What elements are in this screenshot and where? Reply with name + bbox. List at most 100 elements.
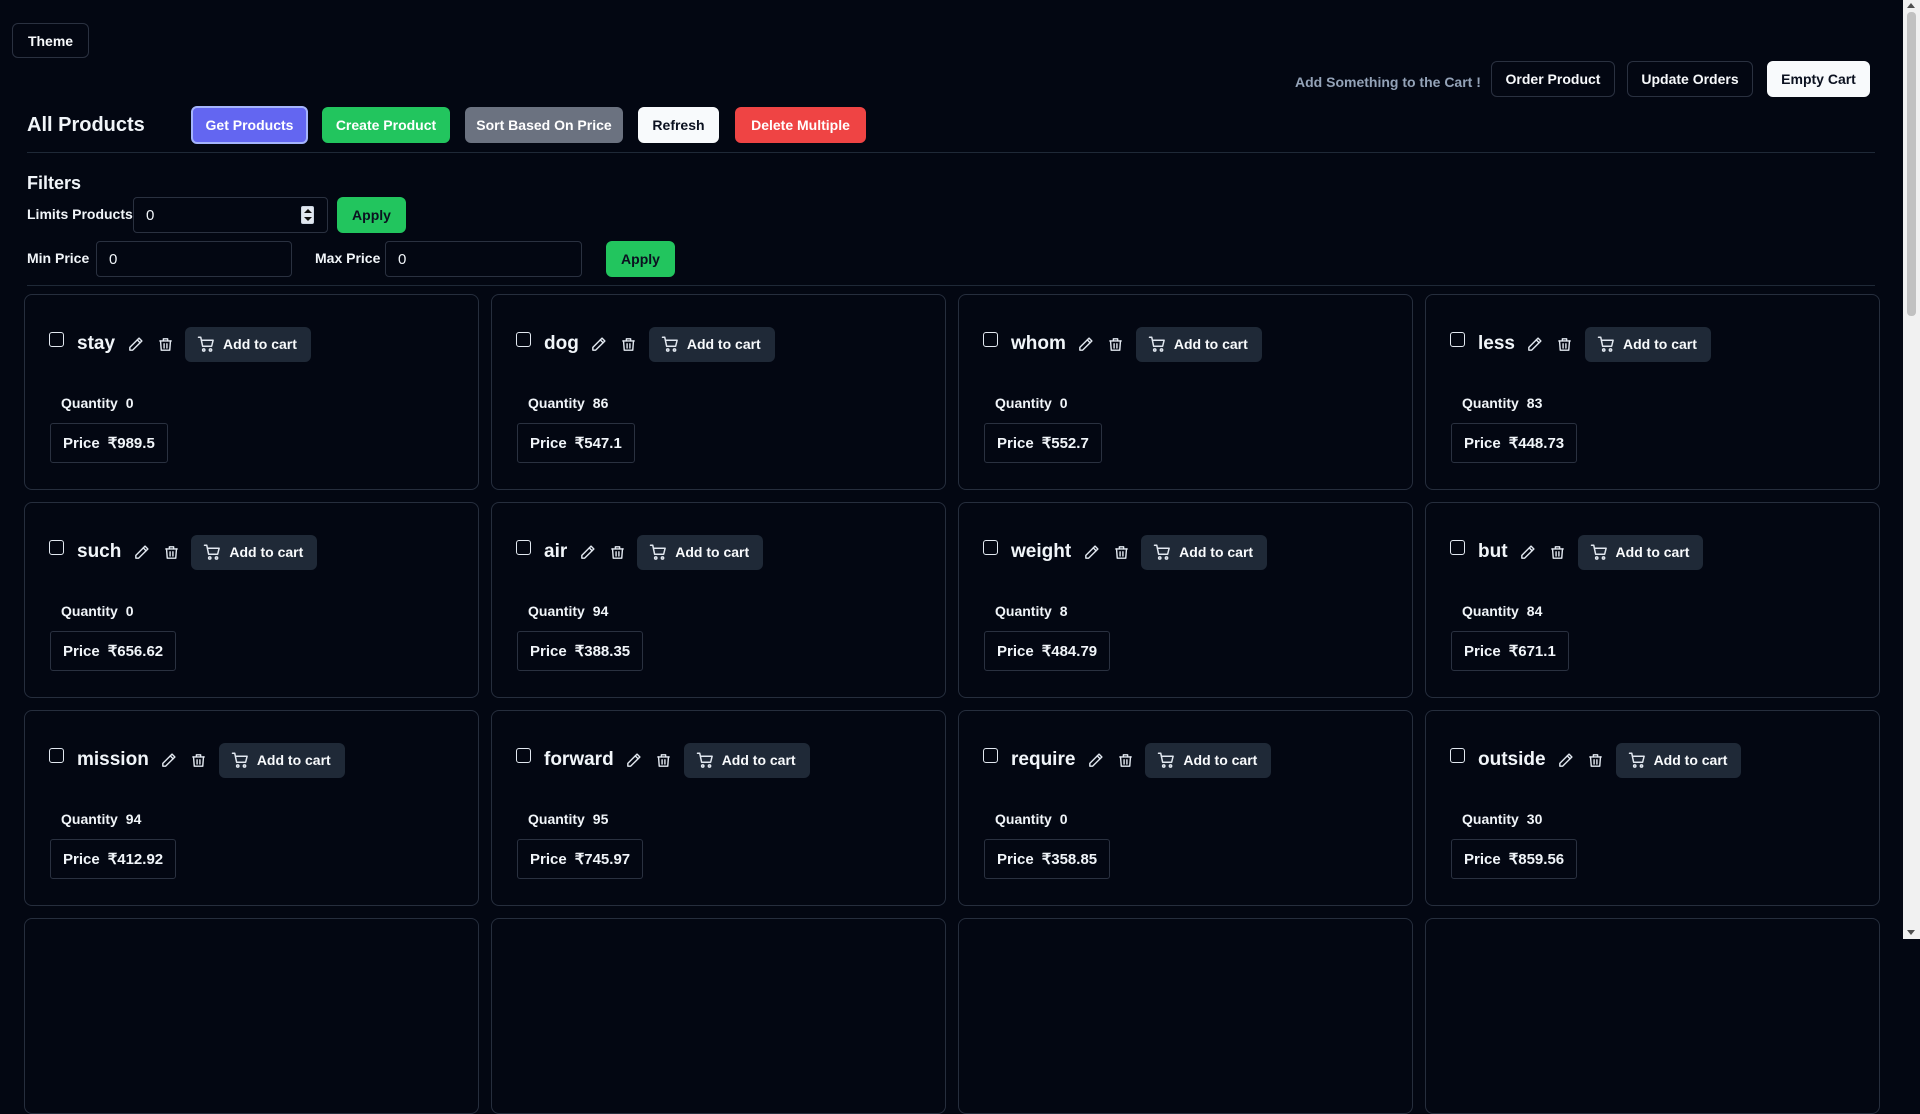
price-label: Price: [997, 850, 1034, 868]
update-orders-button[interactable]: Update Orders: [1627, 61, 1753, 97]
edit-pencil-icon[interactable]: [1081, 542, 1101, 562]
quantity-label: Quantity: [61, 395, 118, 411]
edit-pencil-icon[interactable]: [1085, 750, 1105, 770]
add-to-cart-button[interactable]: Add to cart: [1145, 742, 1272, 778]
delete-trash-icon[interactable]: [654, 750, 674, 770]
edit-pencil-icon[interactable]: [125, 334, 145, 354]
product-card: mission Add to cart Quantity 94 Price ₹412.92: [24, 710, 479, 906]
price-label: Price: [63, 642, 100, 660]
delete-trash-icon[interactable]: [1115, 750, 1135, 770]
price-label: Price: [997, 434, 1034, 452]
add-to-cart-button[interactable]: Add to cart: [648, 326, 775, 362]
delete-trash-icon[interactable]: [607, 542, 627, 562]
product-card: whom Add to cart Quantity 0 Price ₹552.7: [958, 294, 1413, 490]
product-select-checkbox[interactable]: [516, 332, 531, 347]
product-name: dog: [544, 333, 579, 354]
min-price-label: Min Price: [27, 250, 90, 266]
delete-multiple-button[interactable]: Delete Multiple: [735, 107, 866, 143]
delete-trash-icon[interactable]: [1111, 542, 1131, 562]
scroll-up-arrow-icon[interactable]: [1907, 3, 1915, 8]
edit-pencil-icon[interactable]: [159, 750, 179, 770]
add-to-cart-button[interactable]: Add to cart: [1141, 534, 1268, 570]
apply-price-button[interactable]: Apply: [606, 241, 675, 277]
quantity-row: Quantity 94: [528, 603, 608, 619]
add-to-cart-label: Add to cart: [686, 336, 761, 352]
edit-pencil-icon[interactable]: [577, 542, 597, 562]
min-price-input[interactable]: [96, 241, 292, 277]
product-select-checkbox[interactable]: [1450, 540, 1465, 555]
theme-button[interactable]: Theme: [12, 23, 89, 58]
get-products-button[interactable]: Get Products: [191, 106, 308, 144]
add-to-cart-button[interactable]: Add to cart: [1577, 534, 1704, 570]
number-stepper[interactable]: [301, 206, 314, 224]
add-to-cart-label: Add to cart: [1183, 752, 1258, 768]
price-box: Price ₹671.1: [1451, 631, 1569, 671]
edit-pencil-icon[interactable]: [1556, 750, 1576, 770]
product-name: but: [1478, 541, 1508, 562]
edit-pencil-icon[interactable]: [624, 750, 644, 770]
product-select-checkbox[interactable]: [516, 540, 531, 555]
price-label: Price: [530, 434, 567, 452]
max-price-input[interactable]: [385, 241, 582, 277]
apply-limit-button[interactable]: Apply: [337, 197, 406, 233]
product-select-checkbox[interactable]: [1450, 332, 1465, 347]
product-select-checkbox[interactable]: [49, 332, 64, 347]
add-to-cart-label: Add to cart: [256, 752, 331, 768]
add-to-cart-button[interactable]: Add to cart: [191, 534, 318, 570]
add-to-cart-button[interactable]: Add to cart: [637, 534, 764, 570]
edit-pencil-icon[interactable]: [1525, 334, 1545, 354]
refresh-button[interactable]: Refresh: [638, 107, 719, 143]
product-grid: stay Add to cart Quantity 0 Price ₹989.5 dog Ad…: [24, 294, 1881, 1114]
add-to-cart-button[interactable]: Add to cart: [1135, 326, 1262, 362]
quantity-value: 8: [1059, 603, 1068, 619]
delete-trash-icon[interactable]: [189, 750, 209, 770]
delete-trash-icon[interactable]: [1106, 334, 1126, 354]
order-product-button[interactable]: Order Product: [1491, 61, 1615, 97]
price-box: Price ₹989.5: [50, 423, 168, 463]
product-select-checkbox[interactable]: [516, 748, 531, 763]
product-name: air: [544, 541, 568, 562]
quantity-value: 0: [1059, 395, 1068, 411]
product-card-partial: [1425, 918, 1880, 1114]
product-card: forward Add to cart Quantity 95 Price ₹745.97: [491, 710, 946, 906]
price-value: ₹547.1: [574, 435, 622, 452]
delete-trash-icon[interactable]: [1586, 750, 1606, 770]
delete-trash-icon[interactable]: [1548, 542, 1568, 562]
empty-cart-button[interactable]: Empty Cart: [1767, 61, 1870, 97]
price-box: Price ₹358.85: [984, 839, 1111, 879]
add-to-cart-button[interactable]: Add to cart: [185, 326, 311, 362]
add-to-cart-button[interactable]: Add to cart: [1584, 326, 1711, 362]
product-select-checkbox[interactable]: [983, 332, 998, 347]
limit-products-input[interactable]: [133, 197, 328, 233]
product-select-checkbox[interactable]: [49, 748, 64, 763]
edit-pencil-icon[interactable]: [1076, 334, 1096, 354]
cart-icon: [1628, 751, 1654, 769]
product-card: stay Add to cart Quantity 0 Price ₹989.5: [24, 294, 479, 490]
delete-trash-icon[interactable]: [161, 542, 181, 562]
cart-icon: [197, 335, 223, 353]
quantity-row: Quantity 0: [61, 603, 134, 619]
product-select-checkbox[interactable]: [1450, 748, 1465, 763]
delete-trash-icon[interactable]: [1555, 334, 1575, 354]
product-name: less: [1478, 333, 1515, 354]
price-box: Price ₹484.79: [984, 631, 1111, 671]
product-select-checkbox[interactable]: [983, 540, 998, 555]
price-value: ₹448.73: [1508, 435, 1565, 452]
add-to-cart-button[interactable]: Add to cart: [218, 742, 345, 778]
add-to-cart-button[interactable]: Add to cart: [1615, 742, 1742, 778]
delete-trash-icon[interactable]: [619, 334, 639, 354]
edit-pencil-icon[interactable]: [131, 542, 151, 562]
edit-pencil-icon[interactable]: [589, 334, 609, 354]
scrollbar-thumb[interactable]: [1907, 12, 1916, 316]
edit-pencil-icon[interactable]: [1518, 542, 1538, 562]
quantity-value: 94: [125, 811, 142, 827]
add-to-cart-button[interactable]: Add to cart: [683, 742, 810, 778]
create-product-button[interactable]: Create Product: [322, 107, 450, 143]
product-select-checkbox[interactable]: [49, 540, 64, 555]
sort-by-price-button[interactable]: Sort Based On Price: [465, 107, 623, 143]
delete-trash-icon[interactable]: [155, 334, 175, 354]
scroll-down-arrow-icon[interactable]: [1907, 930, 1915, 935]
product-name: weight: [1011, 541, 1072, 562]
price-box: Price ₹448.73: [1451, 423, 1578, 463]
product-select-checkbox[interactable]: [983, 748, 998, 763]
